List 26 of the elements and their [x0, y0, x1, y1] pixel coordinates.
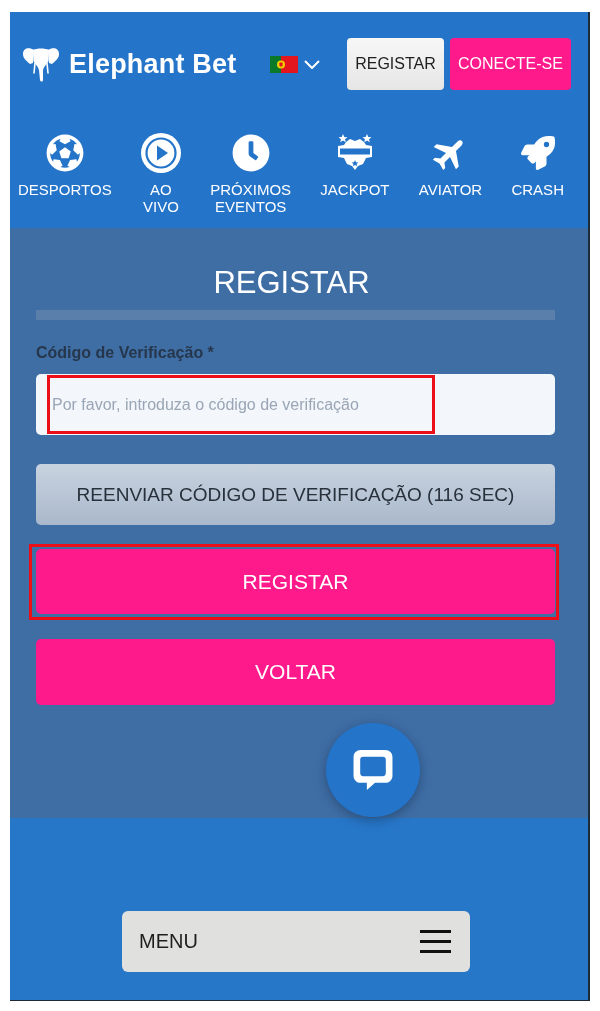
menu-button[interactable]: MENU [122, 911, 470, 972]
logo-link[interactable]: Elephant Bet [22, 46, 237, 82]
rocket-icon [520, 136, 555, 170]
login-button[interactable]: CONECTE-SE [450, 38, 571, 90]
play-circle-icon [140, 133, 181, 173]
language-select[interactable] [270, 53, 321, 75]
nav-item[interactable]: JACKPOT [320, 133, 390, 198]
nav-item[interactable]: AVIATOR [418, 133, 483, 198]
nav-item[interactable]: CRASH [511, 133, 564, 198]
back-button[interactable]: VOLTAR [36, 639, 555, 705]
register-header-button[interactable]: REGISTAR [347, 38, 444, 90]
field-label: Código de Verificação * [36, 343, 215, 363]
caret-icon [304, 59, 321, 69]
chat-button[interactable] [326, 723, 420, 817]
chat-bubble-icon [352, 749, 394, 791]
form-title: REGISTAR [212, 265, 371, 301]
nav-item[interactable]: PRÓXIMOS EVENTOS [210, 133, 292, 215]
clock-icon [231, 134, 270, 172]
menu-icon [420, 930, 451, 953]
resend-code-button[interactable]: REENVIAR CÓDIGO DE VERIFICAÇÃO (116 SEC) [36, 464, 555, 525]
verification-code-input[interactable]: Por favor, introduza o código de verificação [36, 374, 555, 435]
elephant-head-icon [22, 46, 60, 82]
register-button[interactable]: REGISTAR [36, 549, 555, 614]
nav-item[interactable]: DESPORTOS [18, 133, 112, 198]
flag-icon [270, 55, 299, 73]
nav-item[interactable]: AO VIVO [140, 133, 181, 215]
